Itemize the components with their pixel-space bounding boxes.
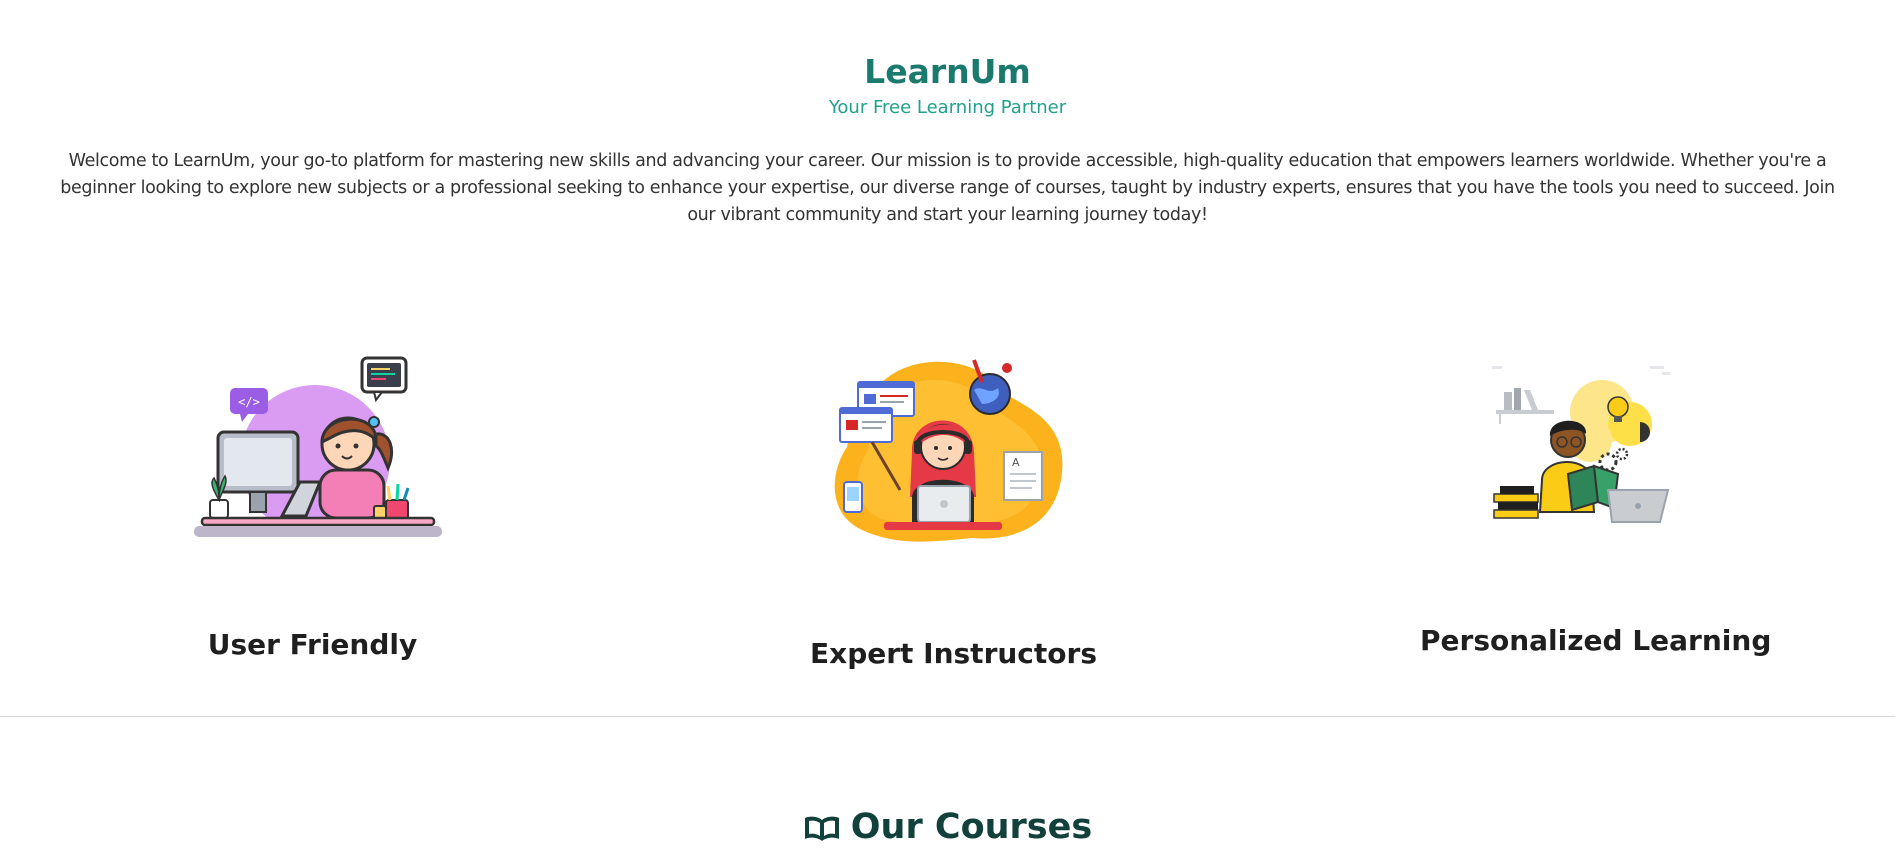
svg-text:A: A — [1012, 456, 1020, 469]
feature-title-personalized-learning: Personalized Learning — [1420, 624, 1772, 657]
courses-heading: Our Courses — [0, 805, 1895, 853]
reading-student-illustration — [1490, 362, 1675, 527]
brand-title: LearnUm — [864, 52, 1031, 91]
landing-page: LearnUm Your Free Learning Partner Welco… — [0, 0, 1895, 862]
coding-girl-illustration: </> — [190, 350, 460, 545]
intro-paragraph: Welcome to LearnUm, your go-to platform … — [60, 151, 1835, 225]
brand-tagline: Your Free Learning Partner — [828, 97, 1067, 118]
courses-heading-text: Our Courses — [850, 807, 1093, 847]
instructor-headset-illustration: A — [822, 352, 1072, 547]
section-divider — [0, 716, 1895, 717]
open-book-icon — [803, 809, 841, 853]
feature-title-user-friendly: User Friendly — [207, 628, 418, 661]
svg-text:</>: </> — [238, 395, 260, 409]
feature-title-expert-instructors: Expert Instructors — [810, 637, 1097, 670]
